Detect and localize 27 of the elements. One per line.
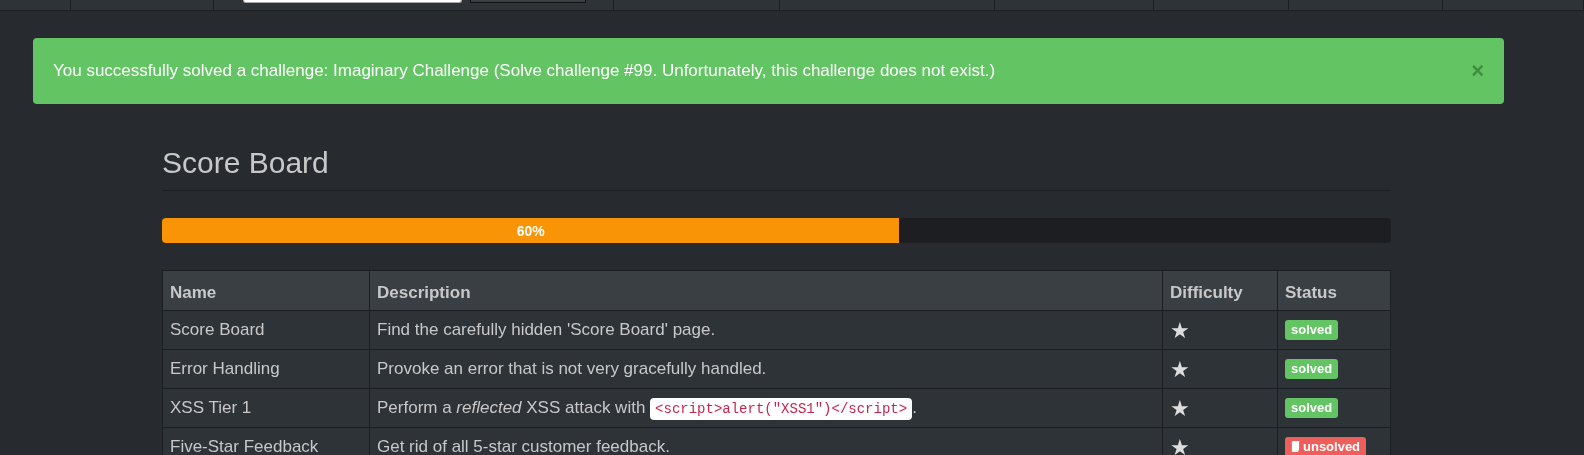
difficulty-stars: ★ bbox=[1170, 317, 1190, 343]
close-button[interactable]: × bbox=[1471, 60, 1484, 82]
document-icon bbox=[1291, 441, 1300, 452]
description-text: Get rid of all 5-star customer feedback. bbox=[377, 437, 670, 455]
table-cell: XSS Tier 1 bbox=[162, 388, 370, 428]
description-text: Perform a reflected XSS attack with bbox=[377, 398, 646, 417]
progress-label: 60% bbox=[516, 222, 545, 239]
description-text: Find the carefully hidden 'Score Board' page. bbox=[377, 320, 716, 339]
status-label: solved bbox=[1285, 359, 1339, 379]
difficulty-stars: ★ bbox=[1170, 395, 1190, 421]
page-title: Score Board bbox=[162, 146, 1391, 191]
alert-message: You successfully solved a challenge: Imaginary Challenge (Solve challenge #99. Unfortunately, this challenge does not exist.) bbox=[53, 61, 996, 81]
table-cell: Five-Star Feedback bbox=[162, 427, 370, 455]
description-text: Provoke an error that is not very gracefully handled. bbox=[377, 359, 767, 378]
difficulty-stars: ★ bbox=[1170, 356, 1190, 382]
status-label: unsolved bbox=[1285, 437, 1367, 455]
column-header: Status bbox=[1277, 270, 1391, 311]
column-header: Name bbox=[162, 270, 370, 311]
table-cell: Score Board bbox=[162, 310, 370, 350]
column-header: Difficulty bbox=[1162, 270, 1278, 311]
column-header: Description bbox=[369, 270, 1163, 311]
table-cell: Error Handling bbox=[162, 349, 370, 389]
description-text: . bbox=[912, 398, 917, 417]
code-snippet: <script>alert("XSS1")</script> bbox=[650, 398, 913, 420]
difficulty-stars: ★ bbox=[1170, 434, 1190, 455]
status-label: solved bbox=[1285, 398, 1339, 418]
status-label: solved bbox=[1285, 320, 1339, 340]
